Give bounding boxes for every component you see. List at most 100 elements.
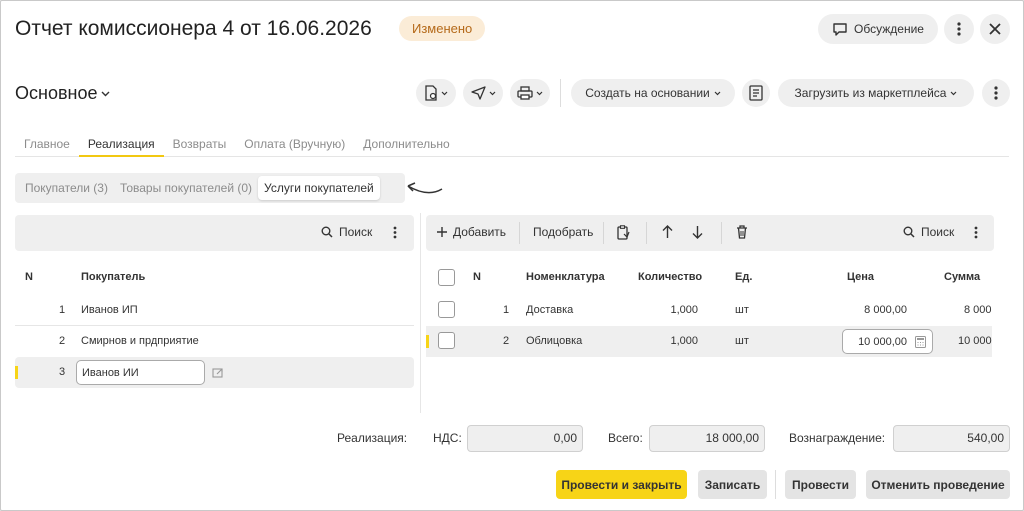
close-button[interactable]: [980, 14, 1010, 44]
arrow-up-icon: [662, 225, 673, 239]
price-edit-field[interactable]: 10 000,00: [842, 329, 933, 354]
open-link-icon[interactable]: [212, 368, 224, 379]
left-col-n: N: [25, 271, 33, 283]
table-row[interactable]: 1 Иванов ИП: [15, 295, 414, 326]
more-vertical-icon: [974, 226, 978, 239]
row-marker: [15, 366, 18, 379]
load-marketplace-label: Загрузить из маркетплейса: [794, 86, 947, 100]
table-row[interactable]: 2 Смирнов и прдприятие: [15, 326, 414, 357]
buyer-edit-field[interactable]: Иванов ИИ: [76, 360, 205, 385]
chevron-down-icon: [441, 91, 448, 96]
tab-main[interactable]: Главное: [15, 137, 79, 157]
chat-icon: [832, 21, 848, 37]
row-qty: 1,000: [670, 335, 698, 347]
chevron-down-icon: [536, 91, 543, 96]
right-col-sum: Сумма: [944, 271, 981, 283]
total-field: 18 000,00: [649, 425, 765, 452]
row-number: 1: [503, 304, 510, 316]
save-button[interactable]: Записать: [698, 470, 767, 499]
page-title: Отчет комиссионера 4 от 16.06.2026: [15, 17, 372, 40]
table-row-selected[interactable]: 2 Облицовка 1,000 шт 10 000,00 10 000: [426, 326, 992, 357]
tab-bar: Главное Реализация Возвраты Оплата (Вруч…: [15, 137, 1009, 157]
send-menu-button[interactable]: [463, 79, 503, 107]
create-based-on-button[interactable]: Создать на основании: [571, 79, 735, 107]
printer-icon: [517, 86, 533, 100]
left-more-button[interactable]: [393, 226, 397, 239]
row-unit: шт: [735, 335, 749, 347]
right-col-price: Цена: [847, 271, 875, 283]
row-buyer: Иванов ИП: [81, 304, 138, 316]
total-label: Всего:: [608, 431, 643, 445]
clipboard-icon: [617, 225, 630, 240]
search-icon: [321, 226, 333, 238]
table-row-selected[interactable]: 3 Иванов ИИ: [15, 357, 414, 388]
delete-button[interactable]: [736, 225, 748, 239]
row-item: Доставка: [526, 304, 574, 316]
search-icon: [903, 226, 915, 238]
reward-field: 540,00: [893, 425, 1010, 452]
row-unit: шт: [735, 304, 749, 316]
right-search-button[interactable]: Поиск: [903, 225, 954, 239]
row-item: Облицовка: [526, 335, 583, 347]
left-search-button[interactable]: Поиск: [321, 225, 372, 239]
clipboard-button[interactable]: [617, 225, 630, 240]
row-number: 3: [59, 366, 66, 378]
select-all-checkbox[interactable]: [438, 269, 455, 286]
discussion-label: Обсуждение: [854, 22, 924, 36]
chevron-down-icon: [489, 91, 496, 96]
row-qty: 1,000: [670, 304, 698, 316]
row-checkbox[interactable]: [438, 332, 455, 349]
row-buyer: Смирнов и прдприятие: [81, 335, 199, 347]
tab-additional[interactable]: Дополнительно: [354, 137, 458, 157]
create-based-label: Создать на основании: [585, 86, 710, 100]
documents-menu-button[interactable]: [416, 79, 456, 107]
vat-field: 0,00: [467, 425, 583, 452]
row-checkbox[interactable]: [438, 301, 455, 318]
tab-payment[interactable]: Оплата (Вручную): [235, 137, 354, 157]
table-row[interactable]: 1 Доставка 1,000 шт 8 000,00 8 000: [426, 295, 992, 326]
calculator-icon[interactable]: [915, 336, 926, 348]
more-menu-button[interactable]: [944, 14, 974, 44]
right-col-unit: Ед.: [735, 271, 753, 283]
row-sum: 10 000: [958, 335, 992, 347]
right-more-button[interactable]: [974, 226, 978, 239]
section-selector[interactable]: Основное: [15, 83, 110, 104]
document-window: Отчет комиссионера 4 от 16.06.2026 Измен…: [0, 0, 1024, 511]
right-col-n: N: [473, 271, 481, 283]
post-and-close-button[interactable]: Провести и закрыть: [556, 470, 687, 499]
post-button[interactable]: Провести: [785, 470, 856, 499]
buyer-edit-value: Иванов ИИ: [82, 367, 139, 379]
toolbar-divider: [519, 222, 520, 244]
left-col-buyer: Покупатель: [81, 271, 146, 283]
right-panel-toolbar: Добавить Подобрать Поиск: [426, 215, 994, 251]
move-down-button[interactable]: [692, 225, 703, 239]
tab-returns[interactable]: Возвраты: [164, 137, 236, 157]
subtab-bar: Покупатели (3) Товары покупателей (0) Ус…: [15, 173, 405, 203]
row-number: 2: [503, 335, 510, 347]
chevron-down-icon: [101, 91, 110, 97]
left-search-label: Поиск: [339, 225, 373, 239]
subtab-buyer-goods[interactable]: Товары покупателей (0): [114, 176, 258, 200]
structure-button[interactable]: [742, 79, 770, 107]
cancel-posting-button[interactable]: Отменить проведение: [866, 470, 1010, 499]
add-label: Добавить: [453, 225, 507, 239]
toolbar-more-button[interactable]: [982, 79, 1010, 107]
reward-label: Вознаграждение:: [789, 431, 886, 445]
close-icon: [989, 23, 1001, 35]
send-icon: [470, 86, 486, 100]
load-marketplace-button[interactable]: Загрузить из маркетплейса: [778, 79, 974, 107]
tab-realization[interactable]: Реализация: [78, 137, 164, 157]
pick-button[interactable]: Подобрать: [533, 225, 593, 239]
row-number: 2: [59, 335, 66, 347]
panel-divider: [420, 213, 421, 413]
move-up-button[interactable]: [662, 225, 673, 239]
print-menu-button[interactable]: [510, 79, 550, 107]
toolbar-divider: [721, 222, 722, 244]
discussion-button[interactable]: Обсуждение: [818, 14, 938, 44]
subtab-buyers[interactable]: Покупатели (3): [19, 176, 114, 200]
left-panel-toolbar: Поиск: [15, 215, 414, 251]
price-edit-value: 10 000,00: [858, 336, 907, 348]
subtab-buyer-services[interactable]: Услуги покупателей: [258, 176, 380, 200]
status-badge: Изменено: [399, 16, 486, 41]
add-button[interactable]: Добавить: [437, 225, 506, 239]
